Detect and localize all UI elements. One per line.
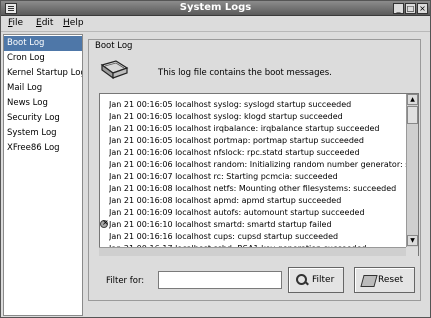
- log-line: Jan 21 00:16:05 localhost irqbalance: ir…: [109, 124, 380, 133]
- sidebar-item-boot-log[interactable]: Boot Log: [4, 36, 82, 51]
- sidebar-item-cron-log[interactable]: Cron Log: [4, 51, 82, 66]
- sidebar-item-security-log[interactable]: Security Log: [4, 111, 82, 126]
- sidebar-item-mail-log[interactable]: Mail Log: [4, 81, 82, 96]
- log-line: Jan 21 00:16:05 localhost syslog: syslog…: [109, 100, 352, 109]
- scroll-down-arrow-icon[interactable]: ▼: [407, 235, 418, 246]
- system-logs-window: System Logs _ □ × File Edit Help Boot Lo…: [0, 0, 431, 318]
- sidebar-item-xfree86-log[interactable]: XFree86 Log: [4, 141, 82, 156]
- book-icon: [100, 60, 129, 80]
- log-line-error: Jan 21 00:16:10 localhost smartd: smartd…: [109, 220, 332, 229]
- menu-bar: File Edit Help: [1, 16, 430, 32]
- log-text-view[interactable]: Jan 21 00:16:05 localhost syslog: syslog…: [99, 93, 419, 256]
- sidebar-item-kernel-startup-log[interactable]: Kernel Startup Log: [4, 66, 82, 81]
- vertical-scrollbar[interactable]: ▲ ▼: [406, 94, 418, 247]
- log-line: Jan 21 00:16:06 localhost nfslock: rpc.s…: [109, 148, 360, 157]
- horizontal-scrollbar[interactable]: [99, 247, 406, 256]
- title-bar[interactable]: System Logs _ □ ×: [1, 1, 430, 16]
- magnifier-icon: [295, 273, 309, 287]
- reset-button-label: Reset: [378, 275, 404, 285]
- log-line: Jan 21 00:16:16 localhost cups: cupsd st…: [109, 232, 339, 241]
- log-description: This log file contains the boot messages…: [158, 68, 332, 78]
- log-line: Jan 21 00:16:05 localhost syslog: klogd …: [109, 112, 343, 121]
- close-button[interactable]: ×: [417, 3, 428, 14]
- eraser-icon: [361, 273, 375, 287]
- log-line: Jan 21 00:16:08 localhost apmd: apmd sta…: [109, 196, 342, 205]
- menu-edit[interactable]: Edit: [36, 18, 53, 28]
- log-line: Jan 21 00:16:08 localhost netfs: Mountin…: [109, 184, 397, 193]
- log-line: Jan 21 00:16:05 localhost portmap: portm…: [109, 136, 364, 145]
- log-line: Jan 21 00:16:09 localhost autofs: automo…: [109, 208, 365, 217]
- frame-label: Boot Log: [94, 41, 134, 51]
- filter-button-label: Filter: [312, 275, 335, 285]
- maximize-button[interactable]: □: [405, 3, 416, 14]
- minimize-button[interactable]: _: [393, 3, 404, 14]
- window-title: System Logs: [179, 2, 252, 13]
- scroll-corner: [406, 247, 418, 256]
- sidebar-item-news-log[interactable]: News Log: [4, 96, 82, 111]
- log-line: Jan 21 00:16:06 localhost random: Initia…: [109, 160, 409, 169]
- menu-file[interactable]: File: [8, 18, 23, 28]
- filter-button[interactable]: Filter: [288, 267, 344, 293]
- reset-button[interactable]: Reset: [354, 267, 415, 293]
- sidebar-item-system-log[interactable]: System Log: [4, 126, 82, 141]
- scroll-up-arrow-icon[interactable]: ▲: [407, 94, 418, 105]
- vertical-scroll-thumb[interactable]: [407, 106, 418, 124]
- error-icon: [100, 218, 109, 228]
- filter-input[interactable]: [158, 271, 282, 289]
- log-line: Jan 21 00:16:07 localhost rc: Starting p…: [109, 172, 338, 181]
- log-list: Boot Log Cron Log Kernel Startup Log Mai…: [3, 34, 83, 316]
- filter-label: Filter for:: [106, 276, 145, 286]
- menu-help[interactable]: Help: [63, 18, 84, 28]
